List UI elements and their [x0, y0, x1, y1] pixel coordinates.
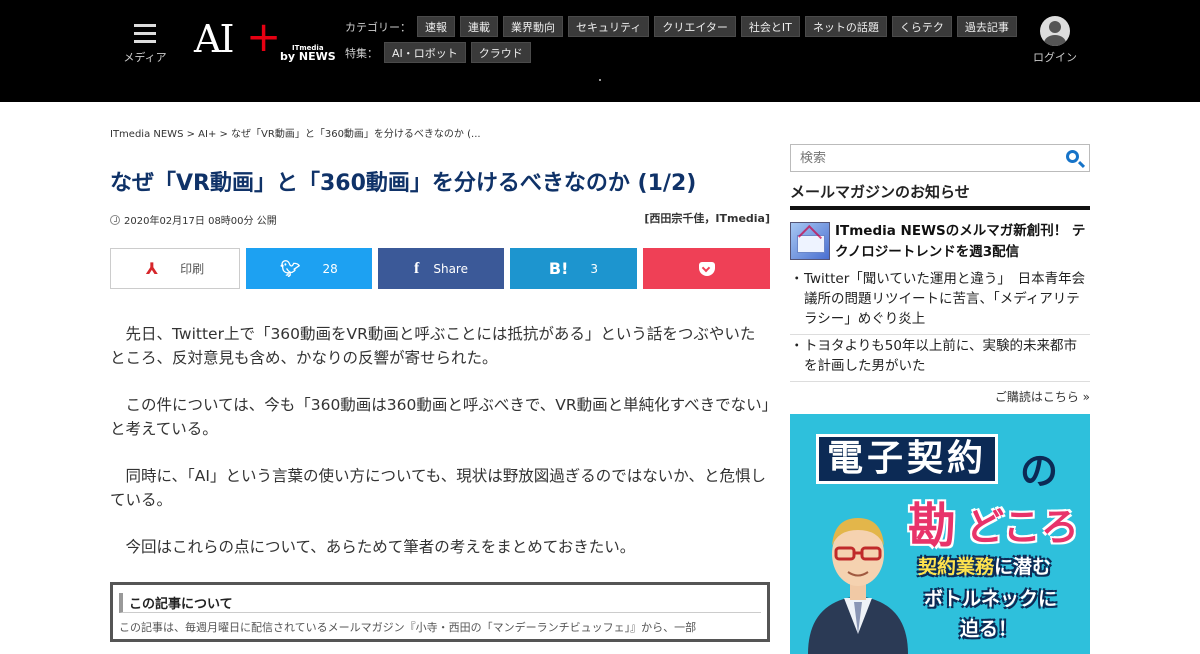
- facebook-share-button[interactable]: f Share: [378, 248, 504, 289]
- subscribe-link[interactable]: ご購読はこちら »: [790, 388, 1090, 405]
- ad-line3a: 契約業務: [918, 556, 995, 578]
- user-avatar-icon: [1040, 16, 1070, 46]
- login-label: ログイン: [1033, 51, 1077, 64]
- hatena-bookmark-button[interactable]: B! 3: [510, 248, 637, 289]
- category-tag[interactable]: セキュリティ: [568, 16, 650, 37]
- twitter-icon: 🐦︎: [280, 259, 301, 278]
- facebook-label: Share: [433, 261, 468, 276]
- breadcrumb[interactable]: ITmedia NEWS > AI+ > なぜ「VR動画」と「360動画」を分け…: [110, 125, 481, 140]
- article-paragraph: 今回はこれらの点について、あらためて筆者の考えをまとめておきたい。: [125, 538, 636, 556]
- hatena-count: 3: [590, 261, 599, 276]
- logo-by-news: by NEWS: [280, 50, 336, 63]
- print-button[interactable]: ⅄ 印刷: [110, 248, 240, 289]
- ad-kan: 勘: [908, 498, 957, 554]
- article-paragraph: 先日、Twitter上で「360動画をVR動画と呼ぶことには抵抗がある」という話…: [110, 325, 756, 367]
- category-tag[interactable]: クリエイター: [654, 16, 736, 37]
- about-heading: この記事について: [119, 593, 761, 613]
- article-body: 先日、Twitter上で「360動画をVR動画と呼ぶことには抵抗がある」という話…: [110, 322, 770, 582]
- feature-nav: 特集： AI・ロボット クラウド: [345, 42, 536, 63]
- category-tag[interactable]: くらテク: [891, 16, 952, 37]
- about-article-box: この記事について この記事は、毎週月曜日に配信されているメールマガジン『小寺・西…: [110, 582, 770, 642]
- category-tag[interactable]: 業界動向: [503, 16, 563, 37]
- feature-tag[interactable]: AI・ロボット: [384, 42, 466, 63]
- pocket-button[interactable]: [643, 248, 770, 289]
- article-paragraph: この件については、今も「360動画は360動画と呼ぶべきで、VR動画と単純化すべ…: [110, 396, 770, 438]
- pocket-icon: [698, 261, 715, 276]
- newsletter-lead-link[interactable]: ITmedia NEWSのメルマガ新創刊！ テクノロジートレンドを週3配信: [835, 221, 1090, 263]
- sidebar-ad-banner[interactable]: 電子契約 の 勘 どころ 契約業務に潜む ボトルネックに 迫る！: [790, 414, 1090, 654]
- feature-tag[interactable]: クラウド: [470, 42, 531, 63]
- newsletter-item[interactable]: Twitter「聞いていた運用と違う」 日本青年会議所の問題リツイートに苦言、「…: [790, 269, 1090, 335]
- search-icon[interactable]: [1066, 150, 1079, 163]
- print-label: 印刷: [180, 262, 205, 276]
- ad-businessman-illustration: [808, 518, 908, 654]
- header-dot: [599, 79, 601, 81]
- twitter-count: 28: [322, 261, 338, 276]
- clock-icon: [110, 214, 120, 225]
- hatena-icon: B!: [548, 259, 569, 278]
- newsletter-heading: メールマガジンのお知らせ: [790, 181, 1090, 210]
- category-tag[interactable]: 過去記事: [956, 16, 1017, 37]
- ad-line5: 迫る！: [960, 618, 1018, 640]
- logo-plus: +: [246, 12, 282, 61]
- login-button[interactable]: ログイン: [1030, 16, 1080, 65]
- ad-dokoro: どころ: [966, 505, 1079, 549]
- search-input[interactable]: [800, 150, 1040, 166]
- facebook-icon: f: [414, 259, 420, 277]
- newsletter-mail-icon: [790, 222, 830, 260]
- logo-ai: AI: [194, 17, 234, 61]
- ad-particle: の: [1020, 449, 1059, 493]
- article-paragraph: 同時に、「AI」という言葉の使い方についても、現状は野放図過ぎるのではないか、と…: [110, 467, 766, 509]
- publish-date-text: 2020年02月17日 08時00分 公開: [124, 216, 277, 227]
- ad-line3b: に潜む: [994, 556, 1052, 578]
- hamburger-icon: [134, 24, 156, 43]
- media-menu-label: メディア: [123, 51, 167, 64]
- publish-date: 2020年02月17日 08時00分 公開: [110, 212, 277, 227]
- category-nav: カテゴリー： 速報 連載 業界動向 セキュリティ クリエイター 社会とIT ネッ…: [345, 16, 1022, 37]
- about-text: この記事は、毎週月曜日に配信されているメールマガジン『小寺・西田の「マンデーラン…: [119, 621, 697, 634]
- newsletter-item[interactable]: トヨタよりも50年以上前に、実験的未来都市を計画した男がいた: [790, 336, 1090, 382]
- category-tag[interactable]: ネットの話題: [804, 16, 887, 37]
- media-menu-button[interactable]: メディア: [120, 20, 170, 65]
- category-tag[interactable]: 速報: [417, 16, 455, 37]
- author-byline: [西田宗千佳，ITmedia]: [644, 212, 770, 225]
- category-label: カテゴリー：: [345, 20, 411, 34]
- twitter-share-button[interactable]: 🐦︎ 28: [246, 248, 372, 289]
- search-box: [790, 144, 1090, 172]
- ad-line3: 契約業務に潜む: [918, 552, 1051, 579]
- page-title: なぜ「VR動画」と「360動画」を分けるべきなのか (1/2): [110, 171, 697, 196]
- ad-headline: 電子契約: [816, 434, 999, 484]
- category-tag[interactable]: 連載: [460, 16, 498, 37]
- category-tag[interactable]: 社会とIT: [740, 16, 800, 37]
- feature-label: 特集：: [345, 46, 378, 60]
- ad-line4: ボトルネックに: [924, 588, 1058, 610]
- pdf-icon: ⅄: [145, 259, 159, 278]
- site-header: メディア AI + ITmedia by NEWS カテゴリー： 速報 連載 業…: [0, 0, 1200, 102]
